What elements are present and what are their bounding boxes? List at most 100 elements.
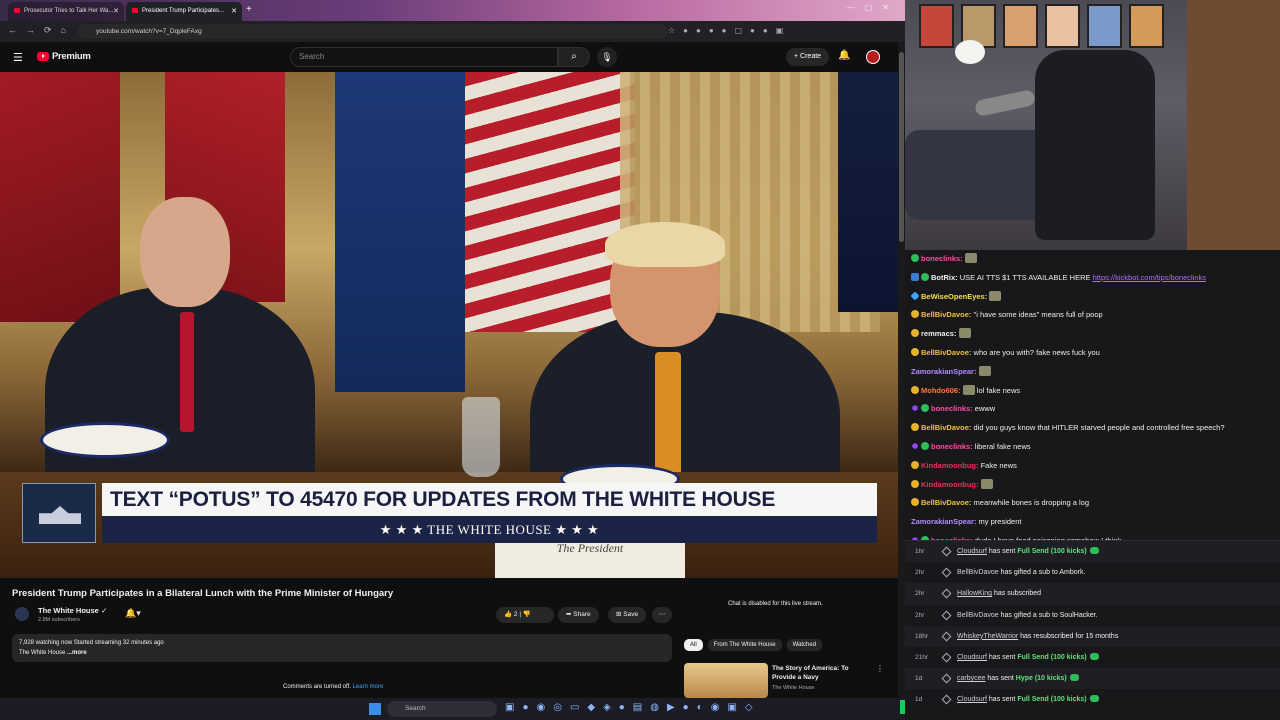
scrollbar-thumb[interactable] [899,52,904,242]
youtube-favicon-icon [14,7,20,13]
save-icon: ⊞ [616,611,622,618]
youtube-play-icon [37,52,49,61]
chat-text: ewww [974,404,996,414]
chat-username[interactable]: BellBivDavoe: [921,423,971,432]
notifications-bell-icon[interactable]: 🔔 [838,50,850,61]
chat-username[interactable]: boneclinks: [921,254,963,263]
account-avatar[interactable] [866,50,880,64]
recommendation-thumbnail[interactable] [684,663,768,698]
learn-more-link[interactable]: Learn more [353,684,384,690]
channel-name[interactable]: The White House ✓ [38,606,107,615]
chat-text: did you guys know that HITLER starved pe… [973,423,1225,433]
chat-username[interactable]: boneclinks: [931,404,973,413]
activity-text: Cloudsurf has sent Full Send (100 kicks) [957,689,1099,710]
activity-username[interactable]: BellBivDavoe [957,569,999,576]
chat-username[interactable]: remmacs: [921,329,956,338]
chip-all[interactable]: All [684,639,703,651]
chat-username[interactable]: Kindamoonbug: [921,480,979,489]
menu-icon[interactable]: ☰ [13,51,23,64]
recommendation-title[interactable]: The Story of America: To Provide a Navy [772,664,872,682]
start-menu-icon[interactable] [369,703,381,715]
activity-username[interactable]: WhiskeyTheWarrior [957,633,1018,640]
recommendation-menu-icon[interactable]: ⋮ [876,664,884,673]
search-input[interactable]: Search [290,47,558,67]
address-bar[interactable]: youtube.com/watch?v=7_DqpleFAxg [78,24,668,39]
microphone-icon[interactable]: 🎙 [597,47,617,67]
create-button[interactable]: + Create [786,48,830,66]
gift-badge-icon [911,423,919,432]
kick-diamond-icon [941,631,952,642]
chat-username[interactable]: BellBivDavoe: [921,310,971,319]
mod-badge-icon [912,443,918,449]
chat-username[interactable]: BellBivDavoe: [921,498,971,507]
chat-username[interactable]: Kindamoonbug: [921,461,979,470]
description-stats: 7,928 watching now Started streaming 32 … [19,640,164,646]
microphone [973,88,1037,118]
bot-badge-icon [911,272,919,281]
activity-username[interactable]: Cloudsurf [957,548,987,555]
activity-recipient[interactable]: SoulHacker. [1060,612,1098,619]
close-tab-icon[interactable]: ✕ [231,2,237,21]
browser-tab-2[interactable]: President Trump Participates... ✕ [126,2,242,21]
activity-highlight: Full Send (100 kicks) [1017,653,1087,661]
nav-buttons[interactable]: ←→⟳⌂ [8,25,75,36]
thumbs-down-icon[interactable]: 👎 [523,611,531,618]
video-player[interactable]: The President TEXT “POTUS” TO 45470 FOR … [0,72,898,578]
youtube-header: ☰ Premium Search ⌕ 🎙 + Create 🔔 [0,42,905,72]
close-tab-icon[interactable]: ✕ [113,2,119,21]
activity-username[interactable]: BellBivDavoe [957,612,999,619]
subscription-bell-icon[interactable]: 🔔▾ [125,608,141,619]
description-box[interactable]: 7,928 watching now Started streaming 32 … [12,634,672,662]
emote-icon [989,290,1002,301]
extension-icons[interactable]: ☆●●●●▢●●▣ [668,26,791,35]
browser-tabstrip: Prosecutor Tries to Talk Her Wa... ✕ Pres… [0,0,905,21]
white-house-logo [22,483,96,543]
like-button[interactable]: 👍 2 | 👎 [496,607,554,623]
taskbar-search[interactable]: Search [387,701,497,717]
activity-row: 2hr BellBivDavoe has gifted a sub to Soul… [905,605,1280,626]
chat-username[interactable]: BotRix: [931,273,958,282]
share-button[interactable]: ➦ Share [558,607,599,623]
page-scrollbar[interactable] [898,42,905,698]
comments-off-notice: Comments are turned off. Learn more [283,684,383,690]
taskbar-app-icons[interactable]: ▣●◉◎▭◆◈●▤◍▶●◐◉▣◇ [505,702,761,713]
chat-username[interactable]: ZamorakianSpear: [911,367,976,376]
screen: Prosecutor Tries to Talk Her Wa... ✕ Pres… [0,0,1280,720]
chip-watched[interactable]: Watched [786,639,823,651]
activity-recipient[interactable]: Ambork. [1059,569,1085,576]
activity-username[interactable]: Cloudsurf [957,696,987,703]
window-controls[interactable]: —▢✕ [847,3,899,12]
chat-message: boneclinks: liberal fake news [905,438,1280,457]
activity-highlight: Hype (10 kicks) [1015,675,1067,683]
new-tab-icon[interactable]: + [246,4,252,15]
activity-time: 2hr [915,590,925,598]
chat-username[interactable]: BeWiseOpenEyes: [921,292,987,301]
subscriber-count: 2.8M subscribers [38,617,80,623]
youtube-logo[interactable]: Premium [37,51,91,62]
watch-metadata: President Trump Participates in a Bilate… [0,578,905,698]
chip-from-channel[interactable]: From The White House [707,639,782,651]
chat-username[interactable]: boneclinks: [931,442,973,451]
emote-icon [958,328,971,339]
activity-username[interactable]: HallowKing [957,590,992,597]
description-more[interactable]: ...more [67,650,87,656]
chat-username[interactable]: BellBivDavoe: [921,348,971,357]
channel-avatar[interactable] [15,607,29,621]
chat-message: ZamorakianSpear: [905,363,1280,382]
chat-username[interactable]: ZamorakianSpear: [911,517,976,526]
activity-username[interactable]: carbycee [957,675,985,682]
activity-time: 18hr [915,632,929,640]
activity-row: 2hr BellBivDavoe has gifted a sub to Ambo… [905,562,1280,583]
browser-tab-1[interactable]: Prosecutor Tries to Talk Her Wa... ✕ [8,2,124,21]
chat-link[interactable]: https://kickbot.com/tips/boneclinks [1093,273,1206,282]
save-button[interactable]: ⊞ Save [608,607,647,623]
recommendation-chips: All From The White House Watched [684,639,823,651]
chat-text: lol fake news [976,385,1021,395]
channel-name-text[interactable]: The White House [38,606,99,615]
search-icon[interactable]: ⌕ [558,47,590,67]
chat-username[interactable]: Mohdo606: [921,386,961,395]
stream-chat[interactable]: boneclinks: BotRix: USE AI TTS $1 TTS AV… [905,250,1280,540]
more-actions-icon[interactable]: ⋯ [652,607,672,623]
activity-username[interactable]: Cloudsurf [957,654,987,661]
diamond-badge-icon [910,291,920,301]
